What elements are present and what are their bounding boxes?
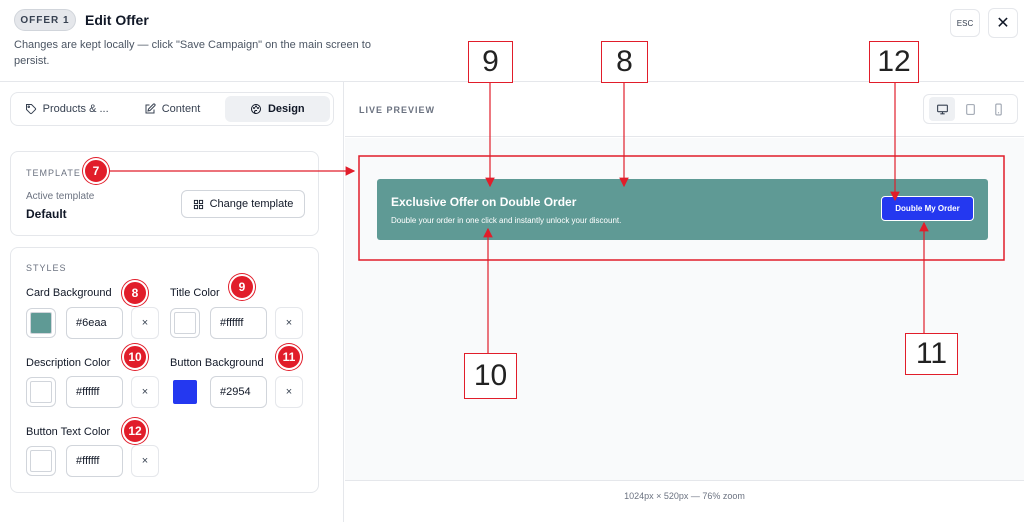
close-icon: ✕ bbox=[996, 15, 1010, 32]
button-text-color-input[interactable]: #ffffff bbox=[66, 445, 123, 477]
tab-design[interactable]: Design bbox=[224, 96, 330, 122]
button-background-input[interactable]: #2954 bbox=[210, 376, 267, 408]
button-text-color-clear-button[interactable]: × bbox=[131, 445, 159, 477]
template-card: TEMPLATE Active template Default Change … bbox=[10, 151, 319, 236]
button-text-color-swatch[interactable] bbox=[26, 446, 56, 476]
title-color-input[interactable]: #ffffff bbox=[210, 307, 267, 339]
preview-canvas: Exclusive Offer on Double Order Double y… bbox=[345, 138, 1024, 480]
callout-12: 12 bbox=[869, 41, 919, 83]
offer-pill: OFFER 1 bbox=[14, 9, 76, 31]
tab-products[interactable]: Products & ... bbox=[14, 96, 119, 122]
tablet-icon bbox=[966, 103, 975, 115]
callout-11: 11 bbox=[905, 333, 958, 375]
badge-12: 12 bbox=[122, 418, 148, 444]
device-toggle bbox=[923, 94, 1018, 124]
card-background-swatch[interactable] bbox=[26, 308, 56, 338]
tab-label: Design bbox=[267, 103, 305, 115]
active-template-value: Default bbox=[26, 207, 67, 221]
template-section-label: TEMPLATE bbox=[26, 168, 81, 178]
title-color-clear-button[interactable]: × bbox=[275, 307, 303, 339]
live-preview-title: LIVE PREVIEW bbox=[359, 105, 436, 115]
device-tablet-button[interactable] bbox=[957, 97, 983, 121]
offer-description: Double your order in one click and insta… bbox=[391, 216, 622, 225]
tab-label: Products & ... bbox=[42, 103, 109, 115]
tag-icon bbox=[25, 104, 36, 115]
device-mobile-button[interactable] bbox=[986, 97, 1012, 121]
button-background-label: Button Background bbox=[170, 357, 264, 369]
tab-content[interactable]: Content bbox=[119, 96, 224, 122]
button-text-color-label: Button Text Color bbox=[26, 426, 111, 438]
card-background-clear-button[interactable]: × bbox=[131, 307, 159, 339]
preview-header: LIVE PREVIEW bbox=[345, 82, 1024, 137]
description-color-clear-button[interactable]: × bbox=[131, 376, 159, 408]
callout-9: 9 bbox=[468, 41, 513, 83]
zoom-info: 1024px × 520px — 76% zoom bbox=[624, 491, 745, 501]
mobile-icon bbox=[995, 103, 1003, 115]
badge-9: 9 bbox=[229, 274, 255, 300]
palette-icon bbox=[250, 104, 261, 114]
badge-10: 10 bbox=[122, 344, 148, 370]
badge-7: 7 bbox=[83, 158, 109, 184]
offer-title: Exclusive Offer on Double Order bbox=[391, 195, 577, 209]
close-button[interactable]: ✕ bbox=[988, 8, 1018, 38]
card-background-input[interactable]: #6eaa bbox=[66, 307, 123, 339]
title-color-swatch[interactable] bbox=[170, 308, 200, 338]
change-template-button[interactable]: Change template bbox=[181, 190, 305, 218]
card-background-label: Card Background bbox=[26, 287, 112, 299]
offer-card: Exclusive Offer on Double Order Double y… bbox=[377, 179, 988, 240]
page-title: Edit Offer bbox=[85, 12, 149, 28]
active-template-label: Active template bbox=[26, 191, 95, 202]
edit-icon bbox=[145, 103, 156, 114]
callout-10: 10 bbox=[464, 353, 517, 399]
badge-11: 11 bbox=[276, 344, 302, 370]
device-desktop-button[interactable] bbox=[929, 97, 956, 121]
description-color-label: Description Color bbox=[26, 357, 111, 369]
description-color-input[interactable]: #ffffff bbox=[66, 376, 123, 408]
tab-label: Content bbox=[161, 103, 201, 115]
settings-panel: Products & ... Content Design TEMPLATE A… bbox=[0, 82, 344, 522]
desktop-icon bbox=[936, 104, 948, 114]
styles-section-label: STYLES bbox=[26, 263, 67, 273]
double-order-button[interactable]: Double My Order bbox=[881, 196, 974, 221]
tab-bar: Products & ... Content Design bbox=[10, 92, 334, 126]
esc-button[interactable]: ESC bbox=[950, 9, 980, 37]
grid-icon bbox=[193, 199, 203, 209]
preview-footer: 1024px × 520px — 76% zoom bbox=[345, 480, 1024, 522]
button-background-clear-button[interactable]: × bbox=[275, 376, 303, 408]
badge-8: 8 bbox=[122, 280, 148, 306]
header-note: Changes are kept locally — click "Save C… bbox=[14, 39, 371, 67]
button-background-swatch[interactable] bbox=[170, 377, 200, 407]
callout-8: 8 bbox=[601, 41, 648, 83]
styles-card: STYLES Card Background #6eaa × Title Col… bbox=[10, 247, 319, 493]
change-template-label: Change template bbox=[209, 198, 294, 210]
description-color-swatch[interactable] bbox=[26, 377, 56, 407]
title-color-label: Title Color bbox=[170, 287, 220, 299]
